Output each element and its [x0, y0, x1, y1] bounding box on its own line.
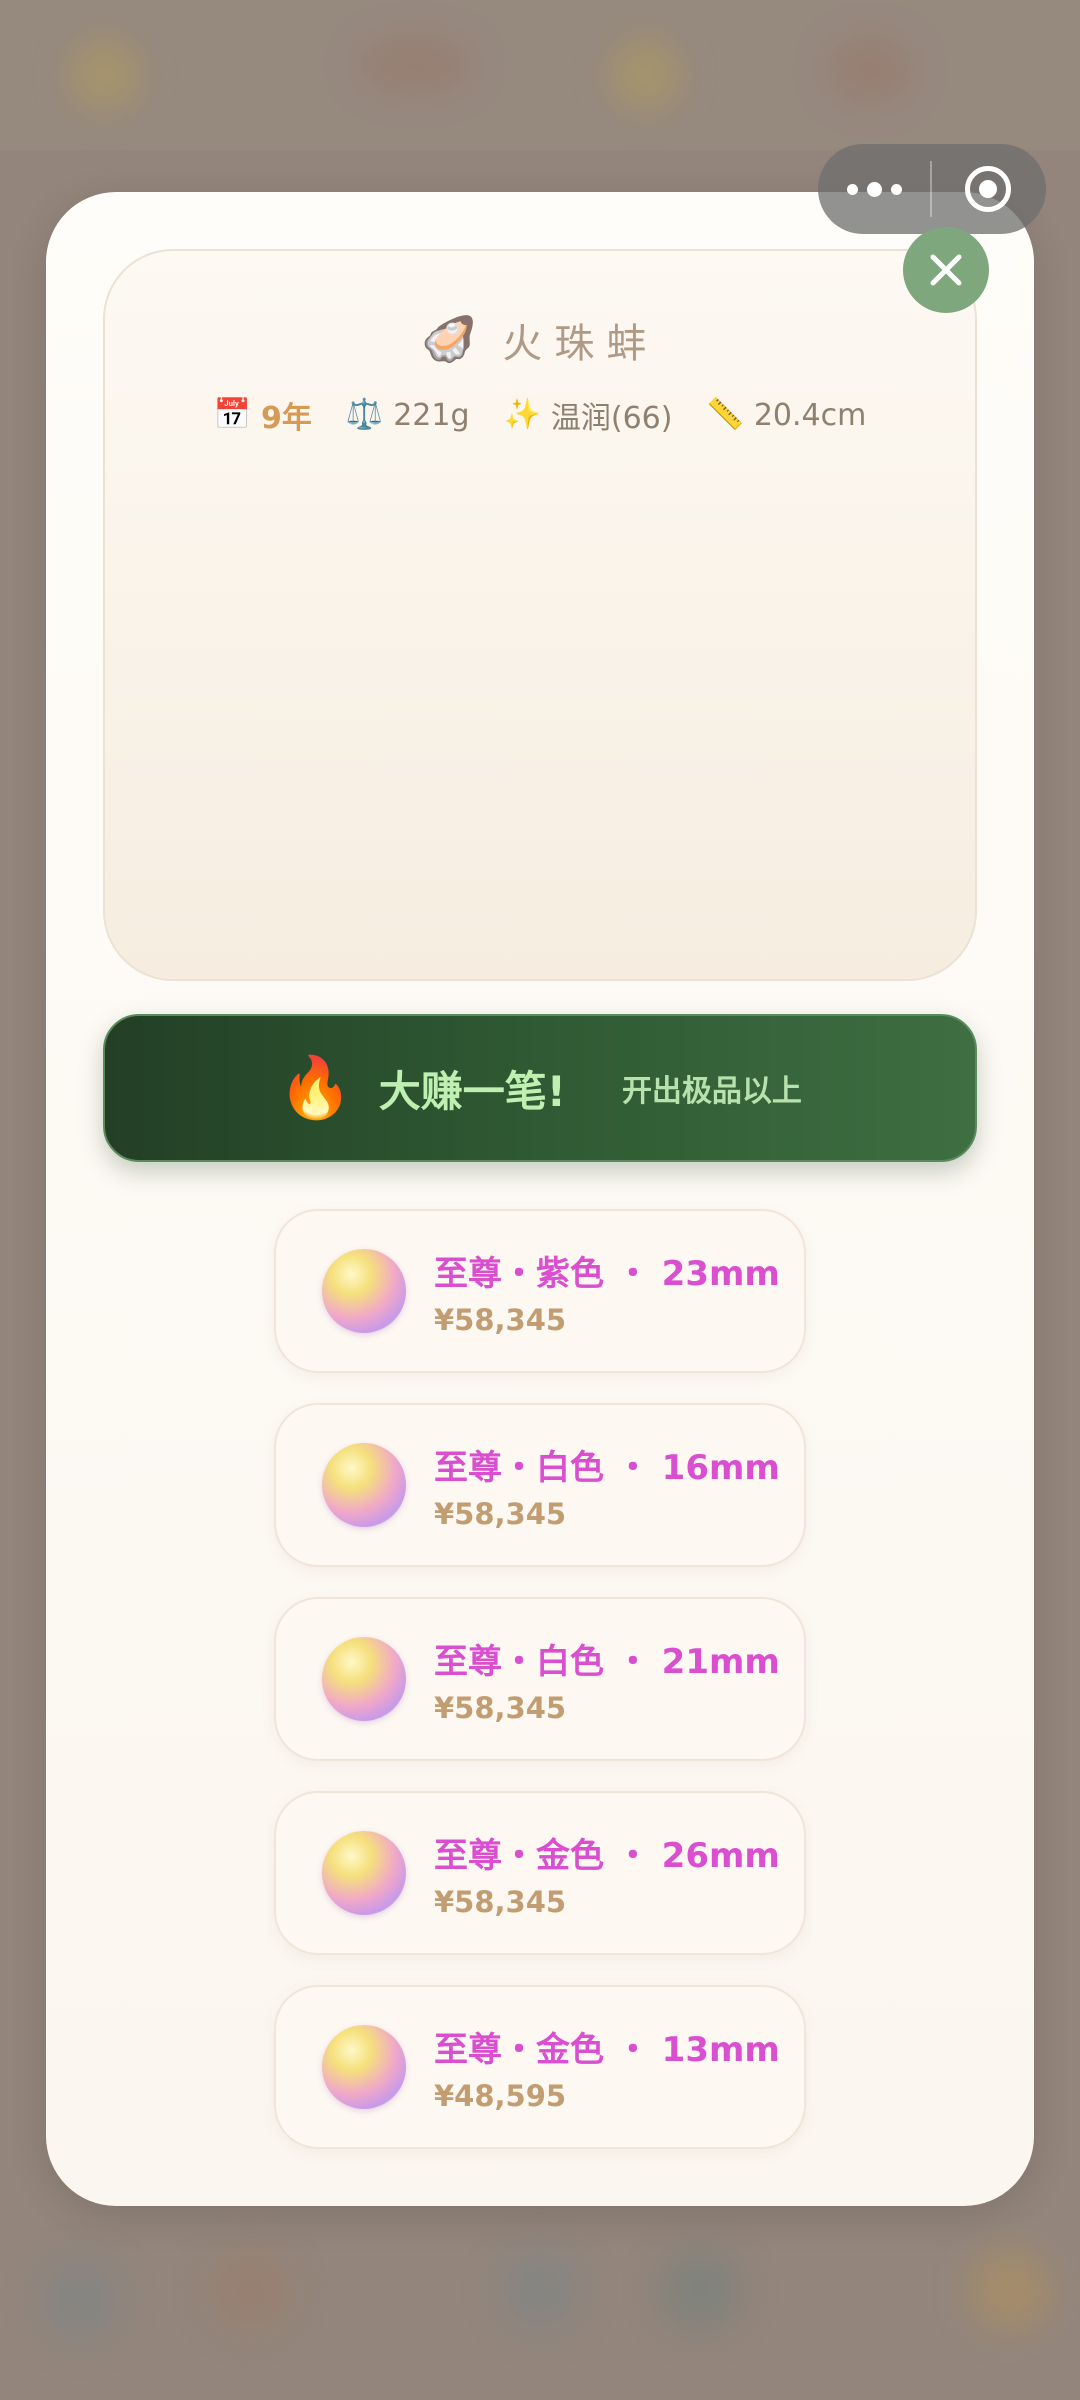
pearl-icon	[322, 1443, 406, 1527]
pearl-title: 至尊・紫色 ・ 23mm	[434, 1253, 780, 1294]
clam-stats: 📅 9年 ⚖️ 221g ✨ 温润(66) 📏 20.4cm	[105, 393, 975, 437]
clam-info-card: 🦪 火珠蚌 📅 9年 ⚖️ 221g ✨ 温润(66) 📏 20.4cm	[103, 249, 977, 981]
pearl-item[interactable]: 至尊・白色 ・ 16mm ¥58,345	[274, 1403, 806, 1567]
close-button[interactable]	[903, 227, 989, 313]
banner-headline: 大赚一笔!	[378, 1066, 566, 1116]
pearl-item[interactable]: 至尊・白色 ・ 21mm ¥58,345	[274, 1597, 806, 1761]
pearl-price: ¥58,345	[434, 1884, 567, 1919]
pearl-title: 至尊・金色 ・ 26mm	[434, 1835, 780, 1876]
stat-length: 📏 20.4cm	[706, 398, 866, 433]
stat-age-value: 9年	[260, 401, 312, 436]
pearl-price: ¥58,345	[434, 1302, 567, 1337]
result-banner: 🔥 大赚一笔! 开出极品以上	[103, 1014, 977, 1162]
more-dots-icon[interactable]	[818, 144, 930, 234]
pearl-icon	[322, 2025, 406, 2109]
ruler-icon: 📏	[706, 397, 744, 432]
pearl-item[interactable]: 至尊・紫色 ・ 23mm ¥58,345	[274, 1209, 806, 1373]
stat-luster-value: 温润(66)	[550, 401, 673, 436]
stat-weight-value: 221g	[393, 397, 470, 433]
pearl-item[interactable]: 至尊・金色 ・ 26mm ¥58,345	[274, 1791, 806, 1955]
pearl-title: 至尊・金色 ・ 13mm	[434, 2029, 780, 2070]
pearl-text: 至尊・紫色 ・ 23mm ¥58,345	[434, 1246, 780, 1337]
pearl-icon	[322, 1637, 406, 1721]
scale-icon: ⚖️	[345, 397, 384, 432]
stat-age: 📅 9年	[214, 393, 312, 437]
pearl-price: ¥58,345	[434, 1690, 567, 1725]
stat-weight: ⚖️ 221g	[346, 398, 470, 433]
pearl-text: 至尊・金色 ・ 26mm ¥58,345	[434, 1828, 780, 1919]
pearl-item[interactable]: 至尊・金色 ・ 13mm ¥48,595	[274, 1985, 806, 2149]
calendar-icon: 📅	[213, 397, 251, 432]
oyster-icon: 🦪	[421, 314, 477, 365]
clam-name: 火珠蚌	[502, 321, 659, 367]
pearl-icon	[322, 1831, 406, 1915]
clam-title: 🦪 火珠蚌	[105, 311, 975, 369]
stat-luster: ✨ 温润(66)	[504, 393, 673, 437]
banner-subtitle: 开出极品以上	[621, 1074, 802, 1109]
miniprogram-capsule	[818, 144, 1046, 234]
pearl-text: 至尊・白色 ・ 21mm ¥58,345	[434, 1634, 780, 1725]
fire-icon: 🔥	[278, 1053, 353, 1123]
pearl-list: 至尊・紫色 ・ 23mm ¥58,345 至尊・白色 ・ 16mm ¥58,34…	[274, 1209, 806, 2179]
sparkles-icon: ✨	[503, 397, 541, 432]
pearl-text: 至尊・白色 ・ 16mm ¥58,345	[434, 1440, 780, 1531]
pearl-icon	[322, 1249, 406, 1333]
pearl-title: 至尊・白色 ・ 16mm	[434, 1447, 780, 1488]
pearl-price: ¥58,345	[434, 1496, 567, 1531]
pearl-title: 至尊・白色 ・ 21mm	[434, 1641, 780, 1682]
record-target-icon[interactable]	[932, 144, 1044, 234]
close-icon	[930, 254, 962, 286]
stat-length-value: 20.4cm	[753, 397, 867, 433]
pearl-price: ¥48,595	[434, 2078, 567, 2113]
pearl-text: 至尊・金色 ・ 13mm ¥48,595	[434, 2022, 780, 2113]
